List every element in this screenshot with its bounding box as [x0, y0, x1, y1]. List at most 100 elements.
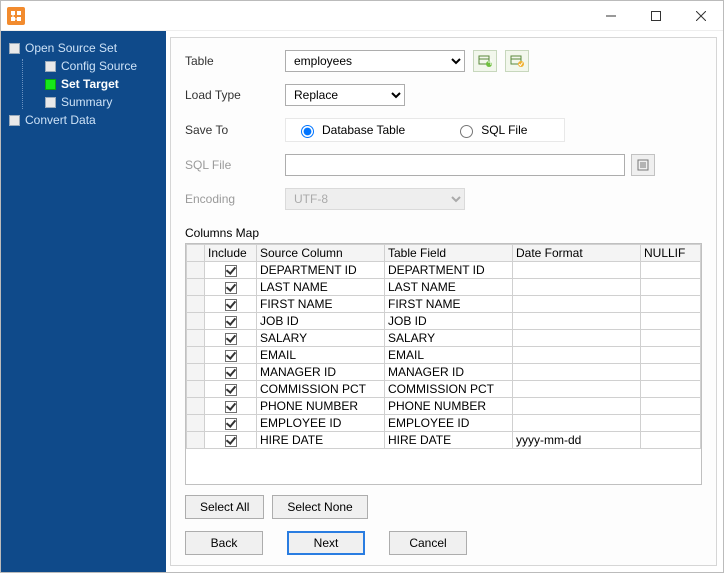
nullif-cell[interactable] [641, 279, 701, 296]
table-field-cell[interactable]: DEPARTMENT ID [385, 262, 513, 279]
sidebar-item-set-target[interactable]: Set Target [45, 77, 166, 91]
table-field-cell[interactable]: EMAIL [385, 347, 513, 364]
source-column-cell[interactable]: JOB ID [257, 313, 385, 330]
browse-file-icon[interactable] [631, 154, 655, 176]
table-field-cell[interactable]: SALARY [385, 330, 513, 347]
source-column-cell[interactable]: FIRST NAME [257, 296, 385, 313]
window-controls [588, 1, 723, 31]
source-column-cell[interactable]: COMMISSION PCT [257, 381, 385, 398]
nullif-cell[interactable] [641, 432, 701, 449]
date-format-cell[interactable] [513, 313, 641, 330]
date-format-cell[interactable] [513, 279, 641, 296]
columns-map-grid[interactable]: Include Source Column Table Field Date F… [185, 243, 702, 485]
include-checkbox[interactable] [205, 296, 257, 313]
table-row[interactable]: EMPLOYEE IDEMPLOYEE ID [187, 415, 701, 432]
table-row[interactable]: EMAILEMAIL [187, 347, 701, 364]
back-button[interactable]: Back [185, 531, 263, 555]
nullif-cell[interactable] [641, 415, 701, 432]
app-icon [7, 7, 25, 25]
table-row[interactable]: COMMISSION PCTCOMMISSION PCT [187, 381, 701, 398]
include-checkbox[interactable] [205, 330, 257, 347]
select-none-button[interactable]: Select None [272, 495, 367, 519]
nullif-cell[interactable] [641, 330, 701, 347]
date-format-cell[interactable] [513, 347, 641, 364]
include-checkbox[interactable] [205, 364, 257, 381]
table-row[interactable]: PHONE NUMBERPHONE NUMBER [187, 398, 701, 415]
nullif-cell[interactable] [641, 262, 701, 279]
close-button[interactable] [678, 1, 723, 31]
include-checkbox[interactable] [205, 279, 257, 296]
col-date-format[interactable]: Date Format [513, 245, 641, 262]
sidebar-root-open-source[interactable]: Open Source Set [9, 41, 166, 55]
table-field-cell[interactable]: FIRST NAME [385, 296, 513, 313]
source-column-cell[interactable]: EMAIL [257, 347, 385, 364]
date-format-cell[interactable] [513, 330, 641, 347]
save-to-sqlfile-radio[interactable]: SQL File [455, 122, 527, 138]
table-field-cell[interactable]: EMPLOYEE ID [385, 415, 513, 432]
nullif-cell[interactable] [641, 398, 701, 415]
save-to-database-radio[interactable]: Database Table [296, 122, 405, 138]
table-row[interactable]: DEPARTMENT IDDEPARTMENT ID [187, 262, 701, 279]
columns-map-label: Columns Map [185, 226, 702, 240]
col-table-field[interactable]: Table Field [385, 245, 513, 262]
refresh-table-icon[interactable]: + [473, 50, 497, 72]
table-label: Table [185, 54, 285, 68]
table-field-cell[interactable]: HIRE DATE [385, 432, 513, 449]
cancel-button[interactable]: Cancel [389, 531, 467, 555]
source-column-cell[interactable]: LAST NAME [257, 279, 385, 296]
table-field-cell[interactable]: COMMISSION PCT [385, 381, 513, 398]
sidebar-item-summary[interactable]: Summary [45, 95, 166, 109]
table-field-cell[interactable]: MANAGER ID [385, 364, 513, 381]
date-format-cell[interactable] [513, 381, 641, 398]
source-column-cell[interactable]: EMPLOYEE ID [257, 415, 385, 432]
date-format-cell[interactable] [513, 262, 641, 279]
table-row[interactable]: FIRST NAMEFIRST NAME [187, 296, 701, 313]
include-checkbox[interactable] [205, 347, 257, 364]
include-checkbox[interactable] [205, 415, 257, 432]
next-button[interactable]: Next [287, 531, 365, 555]
include-checkbox[interactable] [205, 381, 257, 398]
sidebar-root-convert-data[interactable]: Convert Data [9, 113, 166, 127]
col-include[interactable]: Include [205, 245, 257, 262]
add-table-icon[interactable] [505, 50, 529, 72]
table-row[interactable]: HIRE DATEHIRE DATEyyyy-mm-dd [187, 432, 701, 449]
date-format-cell[interactable] [513, 296, 641, 313]
select-all-button[interactable]: Select All [185, 495, 264, 519]
col-nullif[interactable]: NULLIF [641, 245, 701, 262]
table-row[interactable]: SALARYSALARY [187, 330, 701, 347]
col-source-column[interactable]: Source Column [257, 245, 385, 262]
table-row[interactable]: JOB IDJOB ID [187, 313, 701, 330]
wizard-sidebar: Open Source Set Config Source Set Target… [1, 31, 166, 572]
nullif-cell[interactable] [641, 381, 701, 398]
encoding-select: UTF-8 [285, 188, 465, 210]
include-checkbox[interactable] [205, 262, 257, 279]
source-column-cell[interactable]: HIRE DATE [257, 432, 385, 449]
date-format-cell[interactable] [513, 398, 641, 415]
source-column-cell[interactable]: DEPARTMENT ID [257, 262, 385, 279]
include-checkbox[interactable] [205, 432, 257, 449]
table-field-cell[interactable]: JOB ID [385, 313, 513, 330]
sidebar-item-config-source[interactable]: Config Source [45, 59, 166, 73]
nullif-cell[interactable] [641, 313, 701, 330]
save-to-group: Database Table SQL File [285, 118, 565, 142]
nullif-cell[interactable] [641, 296, 701, 313]
source-column-cell[interactable]: SALARY [257, 330, 385, 347]
load-type-select[interactable]: Replace [285, 84, 405, 106]
include-checkbox[interactable] [205, 398, 257, 415]
date-format-cell[interactable]: yyyy-mm-dd [513, 432, 641, 449]
minimize-button[interactable] [588, 1, 633, 31]
table-select[interactable]: employees [285, 50, 465, 72]
date-format-cell[interactable] [513, 364, 641, 381]
table-row[interactable]: MANAGER IDMANAGER ID [187, 364, 701, 381]
nullif-cell[interactable] [641, 364, 701, 381]
date-format-cell[interactable] [513, 415, 641, 432]
source-column-cell[interactable]: MANAGER ID [257, 364, 385, 381]
table-field-cell[interactable]: PHONE NUMBER [385, 398, 513, 415]
table-field-cell[interactable]: LAST NAME [385, 279, 513, 296]
nullif-cell[interactable] [641, 347, 701, 364]
main-panel: Table employees + Load Type Replace Save… [170, 37, 717, 566]
include-checkbox[interactable] [205, 313, 257, 330]
table-row[interactable]: LAST NAMELAST NAME [187, 279, 701, 296]
maximize-button[interactable] [633, 1, 678, 31]
source-column-cell[interactable]: PHONE NUMBER [257, 398, 385, 415]
